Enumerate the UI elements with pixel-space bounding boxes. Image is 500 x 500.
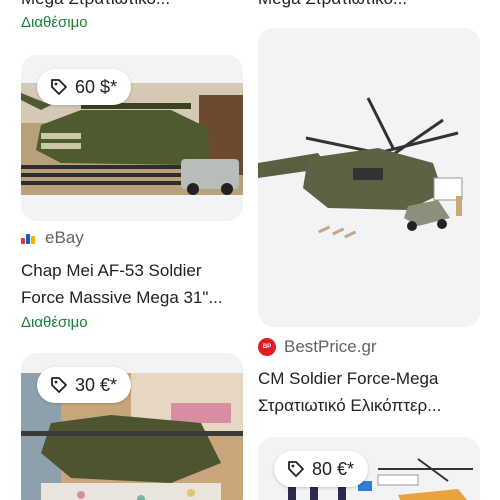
product-image-helicopter-bestprice[interactable]: [258, 28, 480, 327]
price-tag-icon: [286, 459, 306, 479]
source-row-bestprice[interactable]: BP BestPrice.gr: [258, 337, 377, 357]
source-name: eBay: [45, 228, 84, 247]
price-chip: 30 €*: [37, 367, 132, 403]
product-title-line: Force Massive Mega 31"...: [21, 288, 223, 307]
source-name: BestPrice.gr: [284, 337, 377, 356]
availability-label: Διαθέσιμο: [21, 314, 88, 331]
ebay-icon: [21, 230, 37, 246]
bestprice-icon: BP: [258, 338, 276, 356]
previous-item-title[interactable]: Mega Στρατιωτικό...: [21, 0, 243, 10]
product-image-helicopter-ebay[interactable]: 60 $*: [21, 55, 243, 221]
source-row-ebay[interactable]: eBay: [21, 228, 84, 248]
previous-item-availability: Διαθέσιμο: [21, 14, 88, 31]
product-title-line: Chap Mei AF-53 Soldier: [21, 261, 202, 280]
product-image-helicopter-2[interactable]: 30 €*: [21, 353, 243, 500]
product-photo: [258, 28, 480, 327]
product-image-helicopter-3[interactable]: 80 €*: [258, 437, 480, 500]
price-tag-icon: [49, 77, 69, 97]
price-text: 30 €*: [75, 374, 118, 395]
product-title-line: CM Soldier Force-Mega: [258, 369, 439, 388]
price-text: 60 $*: [75, 76, 118, 97]
product-title-line: Στρατιωτικό Ελικόπτερ...: [258, 396, 442, 415]
price-chip: 60 $*: [37, 69, 132, 105]
price-tag-icon: [49, 375, 69, 395]
product-title[interactable]: CM Soldier Force-Mega Στρατιωτικό Ελικόπ…: [258, 365, 480, 419]
product-title[interactable]: Chap Mei AF-53 Soldier Force Massive Meg…: [21, 257, 243, 311]
price-text: 80 €*: [312, 458, 355, 479]
price-chip: 80 €*: [274, 451, 369, 487]
previous-item-title[interactable]: Mega Στρατιωτικό...: [258, 0, 480, 10]
